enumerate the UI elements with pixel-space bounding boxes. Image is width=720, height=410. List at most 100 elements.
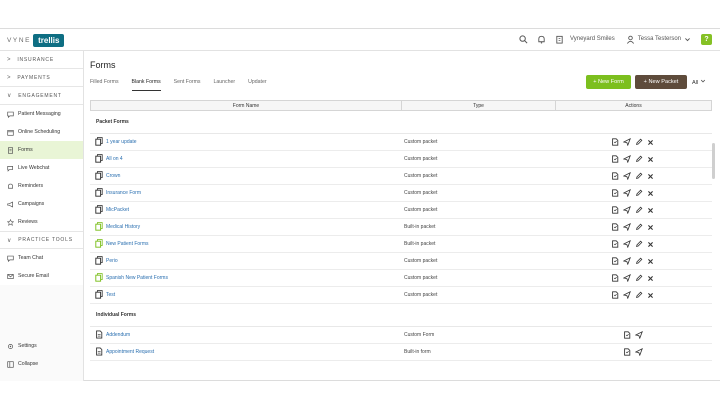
- edit-icon[interactable]: [634, 172, 644, 181]
- delete-icon[interactable]: [646, 223, 656, 232]
- preview-icon[interactable]: [610, 291, 620, 300]
- edit-icon[interactable]: [634, 291, 644, 300]
- megaphone-icon: [7, 200, 14, 208]
- send-icon[interactable]: [622, 240, 632, 249]
- user-name[interactable]: Tessa Testerson: [638, 36, 681, 42]
- form-name-cell: All on 4: [90, 153, 401, 165]
- delete-icon[interactable]: [646, 291, 656, 300]
- actions-cell: [555, 172, 710, 181]
- sidebar-section-practice-tools[interactable]: ∨ PRACTICE TOOLS: [0, 231, 83, 249]
- send-icon[interactable]: [622, 223, 632, 232]
- form-name-link[interactable]: All on 4: [106, 156, 123, 162]
- sidebar-item-reviews[interactable]: Reviews: [0, 213, 83, 231]
- tab-sent-forms[interactable]: Sent Forms: [174, 79, 201, 91]
- column-header-type[interactable]: Type: [402, 101, 556, 110]
- send-icon[interactable]: [634, 348, 644, 357]
- send-icon[interactable]: [622, 155, 632, 164]
- search-icon[interactable]: [518, 33, 530, 45]
- bell-icon[interactable]: [536, 33, 548, 45]
- edit-icon[interactable]: [634, 240, 644, 249]
- preview-icon[interactable]: [622, 331, 632, 340]
- delete-icon[interactable]: [646, 257, 656, 266]
- delete-icon[interactable]: [646, 189, 656, 198]
- filter-dropdown[interactable]: All: [692, 78, 706, 86]
- form-name-link[interactable]: New Patient Forms: [106, 241, 149, 247]
- send-icon[interactable]: [622, 257, 632, 266]
- send-icon[interactable]: [634, 331, 644, 340]
- send-icon[interactable]: [622, 189, 632, 198]
- column-header-form-name[interactable]: Form Name: [91, 101, 402, 110]
- preview-icon[interactable]: [622, 348, 632, 357]
- preview-icon[interactable]: [610, 155, 620, 164]
- sidebar-item-settings[interactable]: Settings: [0, 337, 84, 355]
- form-name-link[interactable]: Appointment Request: [106, 349, 154, 355]
- edit-icon[interactable]: [634, 138, 644, 147]
- tab-blank-forms[interactable]: Blank Forms: [131, 79, 161, 91]
- form-name-cell: 1 year update: [90, 136, 401, 148]
- form-name-cell: Perio: [90, 255, 401, 267]
- delete-icon[interactable]: [646, 240, 656, 249]
- form-name-link[interactable]: Medical History: [106, 224, 140, 230]
- edit-icon[interactable]: [634, 155, 644, 164]
- tab-filled-forms[interactable]: Filled Forms: [90, 79, 119, 91]
- form-name-link[interactable]: Addendum: [106, 332, 130, 338]
- edit-icon[interactable]: [634, 274, 644, 283]
- chevron-down-icon: ∨: [7, 93, 13, 99]
- sidebar-item-secure-email[interactable]: Secure Email: [0, 267, 83, 285]
- sidebar-item-online-scheduling[interactable]: Online Scheduling: [0, 123, 83, 141]
- delete-icon[interactable]: [646, 138, 656, 147]
- form-name-link[interactable]: Test: [106, 292, 115, 298]
- edit-icon[interactable]: [634, 189, 644, 198]
- form-name-link[interactable]: MicPacket: [106, 207, 129, 213]
- delete-icon[interactable]: [646, 274, 656, 283]
- sidebar-item-live-webchat[interactable]: Live Webchat: [0, 159, 83, 177]
- sidebar-section-engagement[interactable]: ∨ ENGAGEMENT: [0, 87, 83, 105]
- delete-icon[interactable]: [646, 206, 656, 215]
- form-name-link[interactable]: 1 year update: [106, 139, 137, 145]
- edit-icon[interactable]: [634, 206, 644, 215]
- preview-icon[interactable]: [610, 223, 620, 232]
- sidebar-item-team-chat[interactable]: Team Chat: [0, 249, 83, 267]
- sidebar-item-campaigns[interactable]: Campaigns: [0, 195, 83, 213]
- send-icon[interactable]: [622, 291, 632, 300]
- tab-updater[interactable]: Updater: [248, 79, 266, 91]
- send-icon[interactable]: [622, 172, 632, 181]
- sidebar-item-reminders[interactable]: Reminders: [0, 177, 83, 195]
- delete-icon[interactable]: [646, 155, 656, 164]
- sidebar-section-insurance[interactable]: > INSURANCE: [0, 51, 83, 69]
- email-icon: [7, 273, 14, 280]
- send-icon[interactable]: [622, 274, 632, 283]
- sidebar-section-payments[interactable]: > PAYMENTS: [0, 69, 83, 87]
- new-form-button[interactable]: + New Form: [586, 75, 631, 89]
- practice-name[interactable]: Vyneyard Smiles: [570, 36, 615, 42]
- send-icon[interactable]: [622, 138, 632, 147]
- help-button[interactable]: ?: [701, 33, 712, 45]
- sidebar-item-forms[interactable]: Forms: [0, 141, 83, 159]
- sidebar-item-collapse[interactable]: Collapse: [0, 355, 84, 373]
- form-name-link[interactable]: Insurance Form: [106, 190, 141, 196]
- sidebar-item-label: Team Chat: [18, 255, 44, 261]
- table-scrollbar[interactable]: [712, 143, 715, 179]
- preview-icon[interactable]: [610, 189, 620, 198]
- sidebar-item-patient-messaging[interactable]: Patient Messaging: [0, 105, 83, 123]
- actions-cell: [555, 189, 710, 198]
- brand-logo[interactable]: VYNE trellis: [7, 34, 65, 47]
- edit-icon[interactable]: [634, 223, 644, 232]
- form-name-link[interactable]: Perio: [106, 258, 118, 264]
- edit-icon[interactable]: [634, 257, 644, 266]
- preview-icon[interactable]: [610, 274, 620, 283]
- table-row: 1 year update Custom packet: [90, 134, 712, 151]
- tab-launcher[interactable]: Launcher: [213, 79, 235, 91]
- table-row: Test Custom packet: [90, 287, 712, 304]
- preview-icon[interactable]: [610, 172, 620, 181]
- preview-icon[interactable]: [610, 257, 620, 266]
- send-icon[interactable]: [622, 206, 632, 215]
- preview-icon[interactable]: [610, 240, 620, 249]
- preview-icon[interactable]: [610, 206, 620, 215]
- preview-icon[interactable]: [610, 138, 620, 147]
- delete-icon[interactable]: [646, 172, 656, 181]
- chevron-down-icon[interactable]: [683, 33, 691, 45]
- form-name-link[interactable]: Spanish New Patient Forms: [106, 275, 168, 281]
- form-name-link[interactable]: Crown: [106, 173, 120, 179]
- new-packet-button[interactable]: + New Packet: [635, 75, 687, 89]
